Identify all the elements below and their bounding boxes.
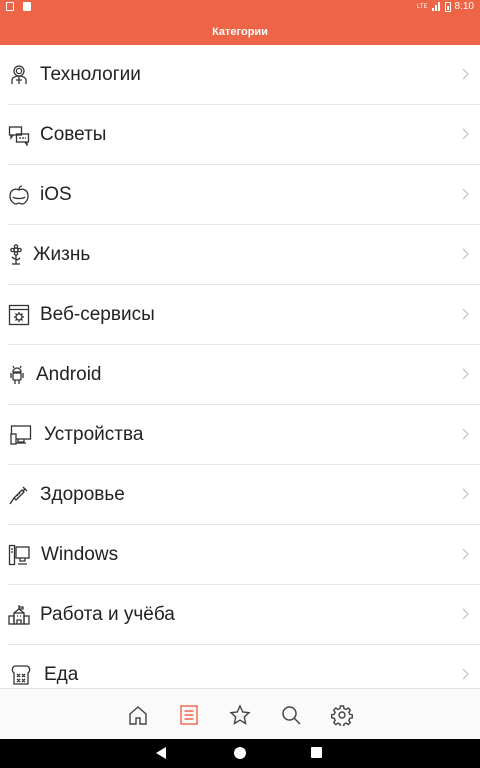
home-circle-icon[interactable]	[234, 747, 246, 759]
chevron-right-icon	[462, 128, 469, 140]
signal-icon	[431, 2, 441, 11]
category-item-health[interactable]: Здоровье	[0, 465, 480, 525]
category-label: Windows	[41, 544, 119, 565]
category-item-web-services[interactable]: Веб-сервисы	[0, 285, 480, 345]
status-bar: LTE 8:10	[0, 0, 480, 14]
category-label: Работа и учёба	[40, 604, 175, 625]
chevron-right-icon	[462, 68, 469, 80]
category-label: Веб-сервисы	[40, 304, 155, 325]
notification-icon	[6, 2, 14, 11]
astronaut-icon	[11, 65, 27, 84]
category-label: Жизнь	[33, 244, 91, 265]
chat-bubbles-icon	[8, 126, 30, 146]
page-title: Категории	[212, 26, 268, 38]
gear-icon[interactable]	[331, 704, 353, 726]
sd-card-icon	[23, 2, 31, 11]
status-time: 8:10	[454, 1, 474, 12]
toast-bread-icon	[11, 665, 31, 685]
category-label: Устройства	[44, 424, 144, 445]
network-type-label: LTE	[416, 3, 428, 10]
home-icon[interactable]	[127, 704, 149, 726]
web-gear-icon	[8, 304, 30, 326]
syringe-icon	[9, 486, 28, 505]
back-icon[interactable]	[156, 747, 166, 759]
category-label: Еда	[44, 664, 79, 685]
star-icon[interactable]	[229, 704, 251, 726]
system-navigation-bar	[0, 739, 480, 768]
chevron-right-icon	[462, 248, 469, 260]
recent-apps-icon[interactable]	[311, 747, 322, 758]
category-label: Технологии	[40, 64, 141, 85]
chevron-right-icon	[462, 668, 469, 680]
category-label: iOS	[40, 184, 72, 205]
category-item-tips[interactable]: Советы	[0, 105, 480, 165]
school-building-icon	[8, 605, 30, 625]
list-icon[interactable]	[178, 704, 200, 726]
category-label: Советы	[40, 124, 107, 145]
category-item-life[interactable]: Жизнь	[0, 225, 480, 285]
android-robot-icon	[10, 365, 24, 384]
chevron-right-icon	[462, 548, 469, 560]
chevron-right-icon	[462, 368, 469, 380]
devices-icon	[10, 425, 32, 445]
chevron-right-icon	[462, 488, 469, 500]
apple-icon	[9, 185, 29, 205]
chevron-right-icon	[462, 608, 469, 620]
desktop-pc-icon	[8, 544, 30, 566]
bottom-navigation	[0, 688, 480, 739]
search-icon[interactable]	[280, 704, 302, 726]
chevron-right-icon	[462, 428, 469, 440]
app-header: LTE 8:10 Категории	[0, 0, 480, 45]
category-label: Здоровье	[40, 484, 125, 505]
category-label: Android	[36, 364, 102, 385]
category-item-windows[interactable]: Windows	[0, 525, 480, 585]
category-item-work-study[interactable]: Работа и учёба	[0, 585, 480, 645]
category-item-android[interactable]: Android	[0, 345, 480, 405]
battery-icon	[444, 1, 451, 12]
chevron-right-icon	[462, 308, 469, 320]
chevron-right-icon	[462, 188, 469, 200]
flower-icon	[10, 244, 22, 265]
category-item-technology[interactable]: Технологии	[0, 45, 480, 105]
category-item-devices[interactable]: Устройства	[0, 405, 480, 465]
category-item-ios[interactable]: iOS	[0, 165, 480, 225]
